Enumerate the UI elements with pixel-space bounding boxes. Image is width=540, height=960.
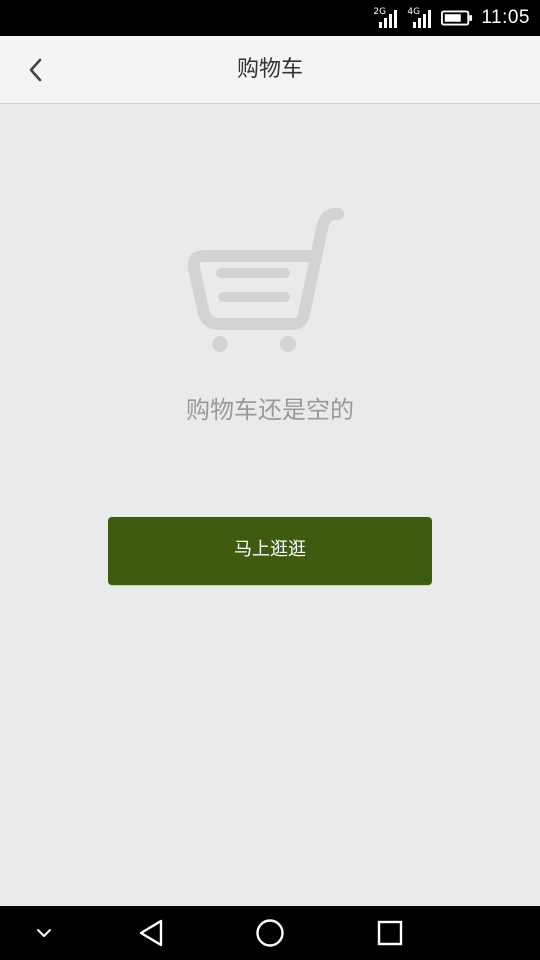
- home-circle-icon: [256, 919, 284, 947]
- shop-now-button[interactable]: 马上逛逛: [108, 517, 432, 585]
- app-header: 购物车: [0, 36, 540, 104]
- home-button[interactable]: [245, 906, 295, 960]
- clock: 11:05: [481, 7, 530, 28]
- status-icons: 2G 4G 11:05: [373, 0, 530, 36]
- page-title: 购物车: [236, 57, 303, 82]
- system-nav-bar: [0, 906, 540, 960]
- back-button[interactable]: [14, 48, 58, 92]
- system-back-button[interactable]: [126, 906, 176, 960]
- signal-2g: 2G: [373, 6, 399, 30]
- signal-bars-icon: [413, 10, 432, 28]
- status-bar: 2G 4G 11:05: [0, 0, 540, 36]
- battery-icon: [441, 10, 473, 26]
- chevron-left-icon: [29, 58, 42, 82]
- shopping-cart-icon: [188, 207, 344, 352]
- recents-button[interactable]: [365, 906, 415, 960]
- recents-square-icon: [377, 920, 403, 946]
- signal-4g: 4G: [407, 6, 433, 30]
- signal-bars-icon: [379, 10, 398, 28]
- empty-cart-message: 购物车还是空的: [186, 396, 354, 424]
- chevron-down-icon: [37, 929, 51, 937]
- collapse-button[interactable]: [24, 906, 64, 960]
- back-triangle-icon: [139, 919, 163, 947]
